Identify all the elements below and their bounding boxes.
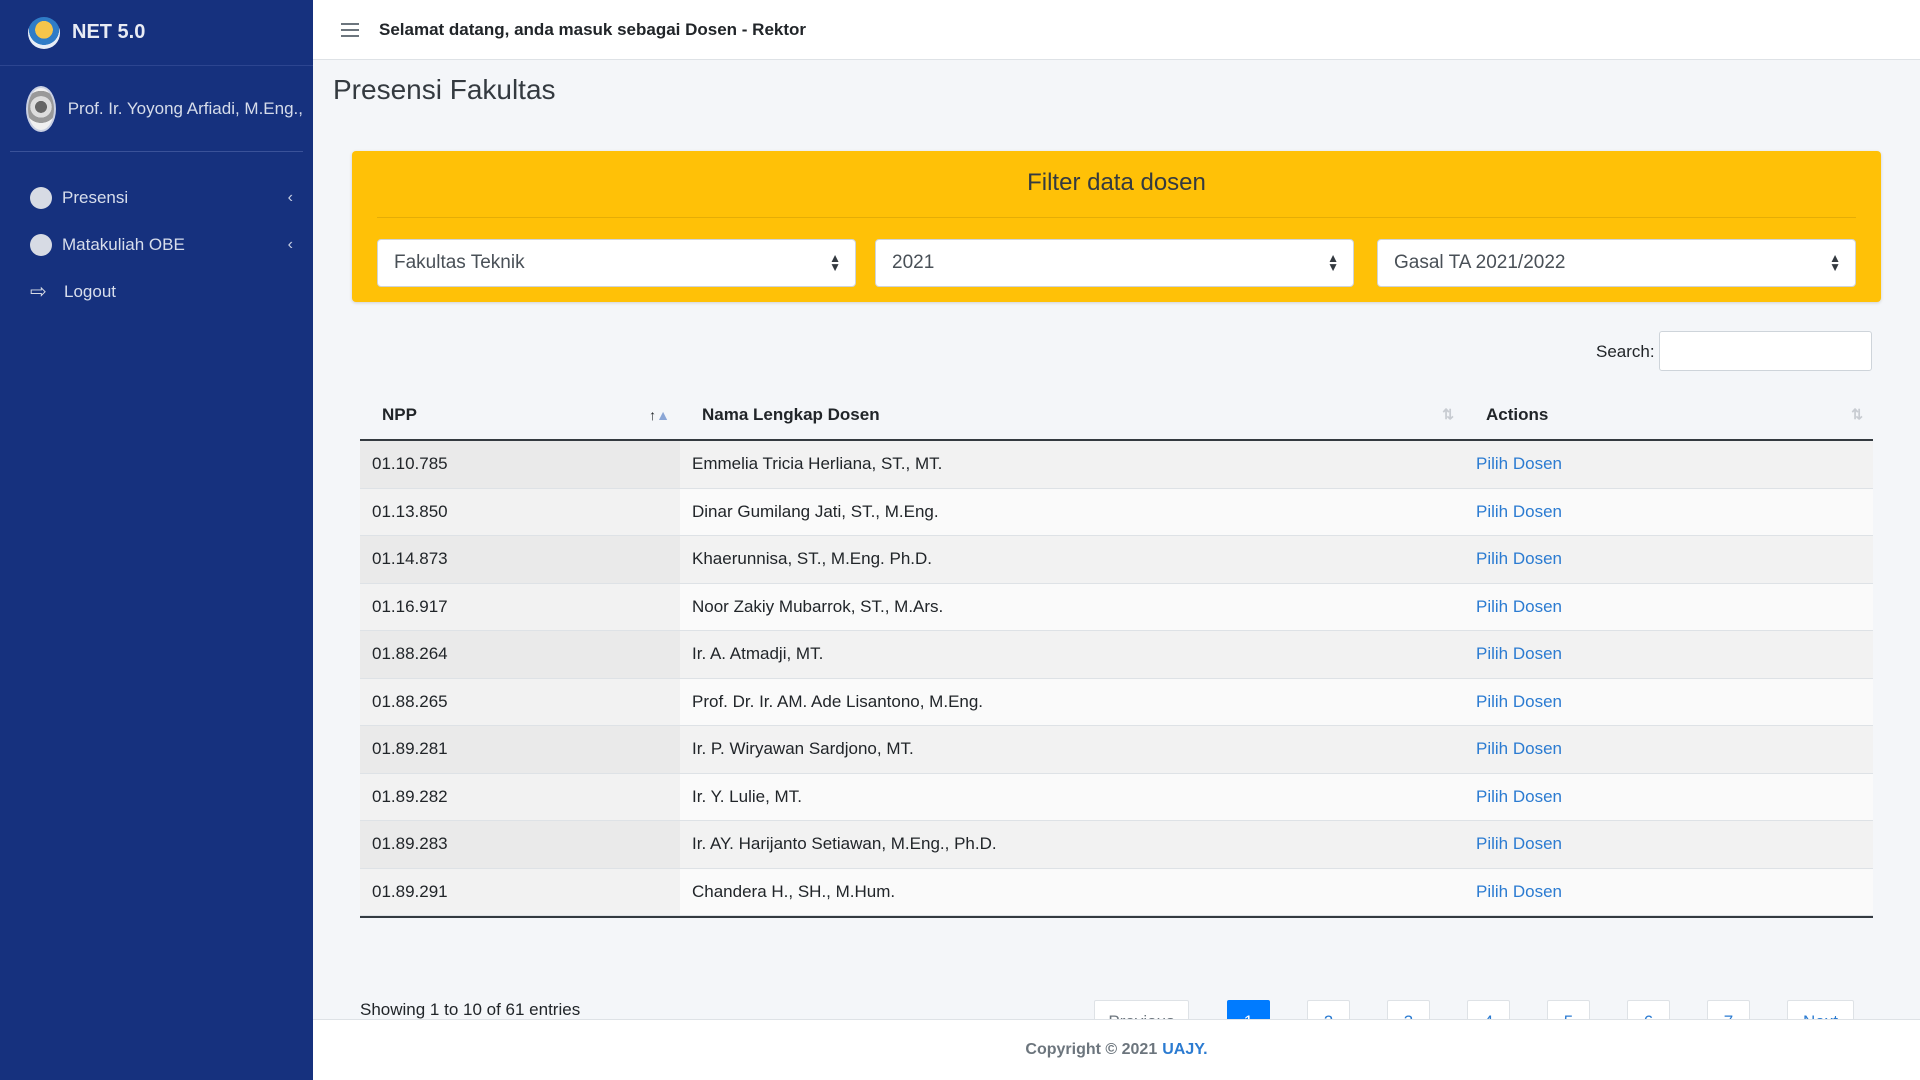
table-body: 01.10.785 Emmelia Tricia Herliana, ST., …	[360, 441, 1873, 918]
npp-cell: 01.89.283	[360, 821, 680, 868]
nama-cell: Ir. Y. Lulie, MT.	[692, 786, 802, 806]
circle-icon	[30, 233, 52, 256]
user-name: Prof. Ir. Yoyong Arfiadi, M.Eng.,	[67, 98, 303, 118]
brand-logo-icon	[28, 16, 60, 49]
year-select[interactable]: 2021 ▲ ▼	[875, 239, 1354, 287]
brand-name: NET 5.0	[72, 21, 146, 43]
search-input[interactable]	[1659, 331, 1872, 371]
sign-out-icon: ⇨	[30, 281, 47, 303]
dosen-table: NPP ↑▲ Nama Lengkap Dosen ⇅ Actions ⇅ 01…	[360, 390, 1873, 918]
nama-cell: Noor Zakiy Mubarrok, ST., M.Ars.	[692, 596, 944, 616]
footer: Copyright © 2021 UAJY.	[313, 1019, 1920, 1080]
welcome-text: Selamat datang, anda masuk sebagai Dosen…	[379, 19, 807, 39]
filter-divider	[377, 217, 1856, 218]
faculty-select-value: Fakultas Teknik	[394, 252, 525, 273]
semester-select-value: Gasal TA 2021/2022	[1394, 252, 1566, 273]
column-header-nama[interactable]: Nama Lengkap Dosen ⇅	[680, 390, 1464, 439]
top-navbar: Selamat datang, anda masuk sebagai Dosen…	[313, 0, 1920, 60]
table-row: 01.89.281 Ir. P. Wiryawan Sardjono, MT. …	[360, 726, 1873, 774]
filter-title: Filter data dosen	[1027, 169, 1206, 196]
table-info: Showing 1 to 10 of 61 entries	[360, 1000, 581, 1019]
circle-icon	[30, 186, 52, 209]
page-title: Presensi Fakultas	[333, 74, 556, 105]
sidebar-nav: Presensi ‹ Matakuliah OBE ‹ ⇨ Logout	[0, 152, 313, 315]
npp-cell: 01.89.291	[360, 869, 680, 916]
table-row: 01.88.265 Prof. Dr. Ir. AM. Ade Lisanton…	[360, 678, 1873, 726]
table-row: 01.88.264 Ir. A. Atmadji, MT. Pilih Dose…	[360, 631, 1873, 679]
npp-cell: 01.13.850	[360, 489, 680, 536]
table-row: 01.89.283 Ir. AY. Harijanto Setiawan, M.…	[360, 821, 1873, 869]
hamburger-menu-icon[interactable]	[341, 22, 359, 37]
pilih-dosen-link[interactable]: Pilih Dosen	[1476, 787, 1562, 807]
npp-cell: 01.14.873	[360, 536, 680, 583]
chevron-left-icon: ‹	[287, 235, 293, 253]
table-row: 01.89.291 Chandera H., SH., M.Hum. Pilih…	[360, 868, 1873, 916]
sidebar-item-label: Presensi	[62, 187, 129, 207]
faculty-select[interactable]: Fakultas Teknik ▲ ▼	[377, 239, 856, 287]
nama-cell: Khaerunnisa, ST., M.Eng. Ph.D.	[692, 549, 933, 569]
pilih-dosen-link[interactable]: Pilih Dosen	[1476, 597, 1562, 617]
pilih-dosen-link[interactable]: Pilih Dosen	[1476, 692, 1562, 712]
search-label: Search:	[1596, 342, 1655, 361]
column-header-label: NPP	[382, 404, 417, 424]
pilih-dosen-link[interactable]: Pilih Dosen	[1476, 739, 1562, 759]
column-header-npp[interactable]: NPP ↑▲	[360, 390, 680, 439]
brand[interactable]: NET 5.0	[0, 0, 313, 66]
table-row: 01.16.917 Noor Zakiy Mubarrok, ST., M.Ar…	[360, 583, 1873, 631]
table-row: 01.10.785 Emmelia Tricia Herliana, ST., …	[360, 441, 1873, 489]
sort-icon: ⇅	[1442, 406, 1454, 422]
npp-cell: 01.10.785	[360, 441, 680, 488]
pilih-dosen-link[interactable]: Pilih Dosen	[1476, 644, 1562, 664]
nama-cell: Ir. A. Atmadji, MT.	[692, 644, 824, 664]
user-panel[interactable]: Prof. Ir. Yoyong Arfiadi, M.Eng.,	[10, 66, 303, 152]
semester-select[interactable]: Gasal TA 2021/2022 ▲ ▼	[1377, 239, 1856, 287]
nama-cell: Prof. Dr. Ir. AM. Ade Lisantono, M.Eng.	[692, 691, 984, 711]
npp-cell: 01.88.264	[360, 631, 680, 678]
filter-card: Filter data dosen Fakultas Teknik ▲ ▼ 202…	[352, 151, 1881, 302]
column-header-actions[interactable]: Actions ⇅	[1464, 390, 1873, 439]
pilih-dosen-link[interactable]: Pilih Dosen	[1476, 549, 1562, 569]
nama-cell: Dinar Gumilang Jati, ST., M.Eng.	[692, 501, 939, 521]
sort-ascending-icon: ↑▲	[649, 406, 670, 423]
uajy-link[interactable]: UAJY.	[1162, 1041, 1207, 1059]
sort-arrows-icon: ▲ ▼	[1327, 251, 1339, 274]
main-content: Presensi Fakultas Filter data dosen Faku…	[313, 60, 1920, 1080]
sidebar-item-matakuliah-obe[interactable]: Matakuliah OBE ‹	[0, 221, 313, 268]
table-row: 01.13.850 Dinar Gumilang Jati, ST., M.En…	[360, 488, 1873, 536]
nama-cell: Ir. AY. Harijanto Setiawan, M.Eng., Ph.D…	[692, 834, 997, 854]
table-row: 01.89.282 Ir. Y. Lulie, MT. Pilih Dosen	[360, 773, 1873, 821]
table-row: 01.14.873 Khaerunnisa, ST., M.Eng. Ph.D.…	[360, 536, 1873, 584]
year-select-value: 2021	[892, 252, 935, 273]
sort-arrows-icon: ▲ ▼	[1829, 251, 1841, 274]
nama-cell: Emmelia Tricia Herliana, ST., MT.	[692, 454, 943, 474]
npp-cell: 01.16.917	[360, 584, 680, 631]
nama-cell: Ir. P. Wiryawan Sardjono, MT.	[692, 739, 914, 759]
npp-cell: 01.89.282	[360, 774, 680, 821]
sort-icon: ⇅	[1851, 406, 1863, 422]
pilih-dosen-link[interactable]: Pilih Dosen	[1476, 834, 1562, 854]
npp-cell: 01.89.281	[360, 726, 680, 773]
sidebar-item-label: Matakuliah OBE	[62, 234, 185, 254]
sidebar-item-presensi[interactable]: Presensi ‹	[0, 174, 313, 221]
sort-arrows-icon: ▲ ▼	[829, 251, 841, 274]
pilih-dosen-link[interactable]: Pilih Dosen	[1476, 502, 1562, 522]
column-header-label: Actions	[1486, 404, 1549, 424]
pilih-dosen-link[interactable]: Pilih Dosen	[1476, 454, 1562, 474]
copyright-text: Copyright © 2021	[1025, 1041, 1158, 1058]
sidebar-item-label: Logout	[64, 281, 116, 301]
chevron-left-icon: ‹	[287, 188, 293, 206]
sidebar: NET 5.0 Prof. Ir. Yoyong Arfiadi, M.Eng.…	[0, 0, 313, 1080]
table-header: NPP ↑▲ Nama Lengkap Dosen ⇅ Actions ⇅	[360, 390, 1873, 441]
avatar	[26, 85, 56, 132]
pilih-dosen-link[interactable]: Pilih Dosen	[1476, 882, 1562, 902]
sidebar-item-logout[interactable]: ⇨ Logout	[0, 268, 313, 315]
nama-cell: Chandera H., SH., M.Hum.	[692, 881, 896, 901]
npp-cell: 01.88.265	[360, 679, 680, 726]
column-header-label: Nama Lengkap Dosen	[702, 404, 880, 424]
